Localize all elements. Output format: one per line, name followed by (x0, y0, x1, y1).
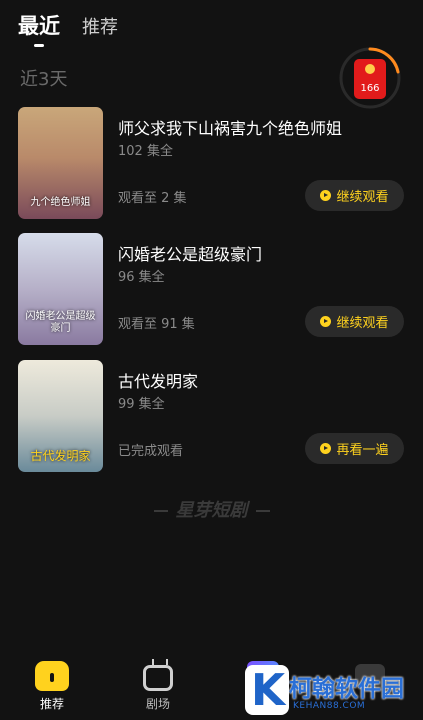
poster-image[interactable]: 闪婚老公是超级豪门 (18, 233, 103, 345)
rewatch-button[interactable]: 再看一遍 (305, 433, 404, 464)
brand-name: 星芽短剧 (175, 500, 248, 521)
red-packet-widget[interactable]: 166 (338, 46, 402, 110)
home-icon (35, 661, 69, 691)
watch-progress: 观看至 91 集 (118, 317, 195, 332)
drama-title[interactable]: 古代发明家 (118, 368, 198, 392)
watch-progress: 观看至 2 集 (118, 191, 187, 206)
drama-title[interactable]: 闪婚老公是超级豪门 (118, 241, 262, 265)
play-icon (320, 443, 332, 454)
episode-count: 102 集全 (118, 144, 173, 159)
nav-label: 推荐 (39, 697, 64, 711)
red-packet-count: 166 (360, 83, 380, 94)
top-tabs: 最近 推荐 (18, 10, 118, 47)
button-label: 再看一遍 (336, 443, 389, 458)
watermark-url: KEHAN88.COM (293, 701, 366, 711)
episode-count: 96 集全 (118, 270, 165, 285)
play-icon (320, 316, 332, 327)
continue-watching-button[interactable]: 继续观看 (305, 306, 404, 337)
watermark-text: 柯翰软件园 (289, 676, 404, 702)
watermark-logo: K (245, 665, 289, 715)
divider (255, 510, 270, 512)
button-label: 继续观看 (336, 190, 389, 205)
episode-count: 99 集全 (118, 397, 165, 412)
poster-caption: 闪婚老公是超级豪门 (25, 311, 96, 334)
watermark: K 柯翰软件园 KEHAN88.COM (239, 663, 423, 720)
watch-progress: 已完成观看 (118, 444, 184, 459)
tab-recent[interactable]: 最近 (18, 10, 60, 47)
brand-footer: 星芽短剧 (0, 496, 423, 522)
divider (153, 510, 168, 512)
history-item[interactable]: 闪婚老公是超级豪门 闪婚老公是超级豪门 96 集全 观看至 91 集 继续观看 (18, 233, 408, 345)
tv-icon (143, 665, 173, 691)
play-icon (320, 190, 332, 201)
button-label: 继续观看 (336, 316, 389, 331)
nav-label: 剧场 (145, 697, 170, 711)
red-packet-icon: 166 (354, 59, 386, 99)
tab-recommend[interactable]: 推荐 (82, 13, 118, 40)
nav-recommend[interactable]: 推荐 (22, 661, 82, 712)
history-item[interactable]: 古代发明家 古代发明家 99 集全 已完成观看 再看一遍 (18, 360, 408, 472)
section-title: 近3天 (20, 69, 68, 90)
drama-title[interactable]: 师父求我下山祸害九个绝色师姐 (118, 115, 342, 139)
poster-caption: 古代发明家 (30, 449, 91, 463)
red-packet-seal-icon (365, 64, 375, 74)
poster-caption: 九个绝色师姐 (30, 197, 91, 208)
poster-image[interactable]: 九个绝色师姐 (18, 107, 103, 219)
nav-theater[interactable]: 剧场 (128, 661, 188, 712)
history-item[interactable]: 九个绝色师姐 师父求我下山祸害九个绝色师姐 102 集全 观看至 2 集 继续观… (18, 107, 408, 219)
poster-image[interactable]: 古代发明家 (18, 360, 103, 472)
continue-watching-button[interactable]: 继续观看 (305, 180, 404, 211)
